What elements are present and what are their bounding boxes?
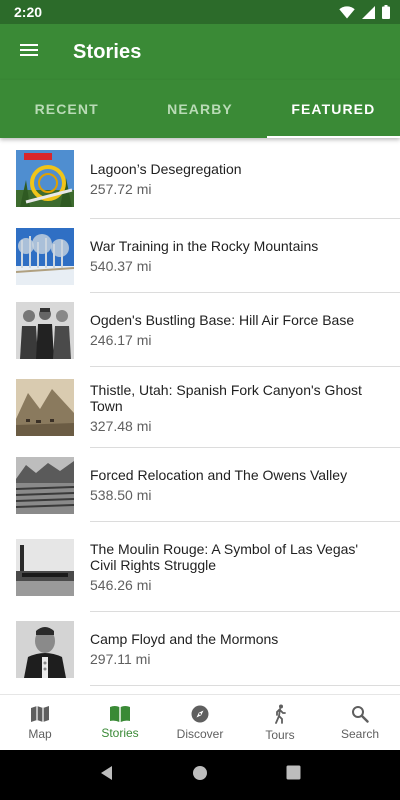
compass-icon	[191, 705, 209, 727]
status-icons	[339, 5, 390, 19]
rollercoaster-photo	[16, 150, 74, 207]
story-item-war-training[interactable]: War Training in the Rocky Mountains 540.…	[0, 219, 400, 293]
system-navigation-bar	[0, 750, 400, 800]
page-title: Stories	[73, 40, 142, 63]
nav-map[interactable]: Map	[0, 695, 80, 750]
nav-label: Tours	[265, 727, 295, 742]
story-distance: 538.50 mi	[90, 487, 152, 503]
story-distance: 257.72 mi	[90, 180, 152, 197]
story-distance: 546.26 mi	[90, 577, 152, 593]
canyon-town-photo	[16, 379, 74, 436]
status-time: 2:20	[14, 4, 43, 20]
story-item-ogden[interactable]: Ogden's Bustling Base: Hill Air Force Ba…	[0, 293, 400, 367]
snowy-trees-photo	[16, 227, 74, 285]
story-item-thistle[interactable]: Thistle, Utah: Spanish Fork Canyon's Gho…	[0, 367, 400, 448]
nav-label: Map	[28, 726, 52, 741]
bottom-navigation: Map Stories Discover Tours Search	[0, 694, 400, 750]
nav-search[interactable]: Search	[320, 695, 400, 750]
story-item-lagoon[interactable]: Lagoon’s Desegregation 257.72 mi	[0, 138, 400, 219]
story-distance: 327.48 mi	[90, 417, 152, 434]
story-list: Lagoon’s Desegregation 257.72 mi War Tra…	[0, 138, 400, 694]
cell-signal-icon	[362, 5, 375, 19]
story-title: Thistle, Utah: Spanish Fork Canyon's Gho…	[90, 381, 362, 414]
book-icon	[110, 705, 130, 726]
tab-recent[interactable]: RECENT	[0, 80, 133, 138]
back-button[interactable]	[99, 765, 115, 786]
tab-featured[interactable]: FEATURED	[266, 80, 400, 138]
casino-building-photo	[16, 538, 74, 596]
tab-nearby[interactable]: NEARBY	[133, 80, 266, 138]
nav-discover[interactable]: Discover	[160, 695, 240, 750]
nav-label: Search	[340, 726, 380, 741]
story-item-owens-valley[interactable]: Forced Relocation and The Owens Valley 5…	[0, 448, 400, 522]
wifi-icon	[339, 5, 355, 19]
story-item-partial[interactable]	[0, 686, 400, 694]
story-distance: 297.11 mi	[90, 651, 151, 667]
story-title: Ogden's Bustling Base: Hill Air Force Ba…	[90, 312, 355, 328]
nav-label: Stories	[101, 726, 139, 740]
story-title: Camp Floyd and the Mormons	[90, 631, 279, 647]
tab-bar: RECENT NEARBY FEATURED	[0, 80, 400, 138]
story-item-moulin-rouge[interactable]: The Moulin Rouge: A Symbol of Las Vegas'…	[0, 522, 400, 612]
story-title: Lagoon’s Desegregation	[90, 160, 242, 177]
hamburger-menu-icon	[20, 43, 38, 61]
map-icon	[30, 705, 50, 727]
camp-barracks-photo	[16, 456, 74, 514]
nav-stories[interactable]: Stories	[80, 695, 160, 750]
walking-icon	[273, 704, 287, 728]
story-distance: 540.37 mi	[90, 258, 152, 274]
home-button[interactable]	[192, 765, 208, 786]
battery-icon	[382, 5, 390, 19]
nav-label: Discover	[176, 726, 224, 741]
recents-button[interactable]	[286, 765, 301, 785]
story-distance: 246.17 mi	[90, 332, 152, 348]
story-title: The Moulin Rouge: A Symbol of Las Vegas'…	[90, 541, 359, 573]
general-portrait-photo	[16, 620, 74, 678]
search-icon	[351, 705, 369, 727]
status-bar: 2:20	[0, 0, 400, 24]
story-title: Forced Relocation and The Owens Valley	[90, 467, 348, 483]
three-men-photo	[16, 301, 74, 359]
phone-screen: 2:20 Stories RECENT NEARBY FEATURED Lago…	[0, 0, 400, 800]
story-title: War Training in the Rocky Mountains	[90, 238, 319, 254]
menu-button[interactable]	[1, 24, 57, 80]
app-bar: Stories	[0, 24, 400, 80]
story-item-camp-floyd[interactable]: Camp Floyd and the Mormons 297.11 mi	[0, 612, 400, 686]
nav-tours[interactable]: Tours	[240, 695, 320, 750]
